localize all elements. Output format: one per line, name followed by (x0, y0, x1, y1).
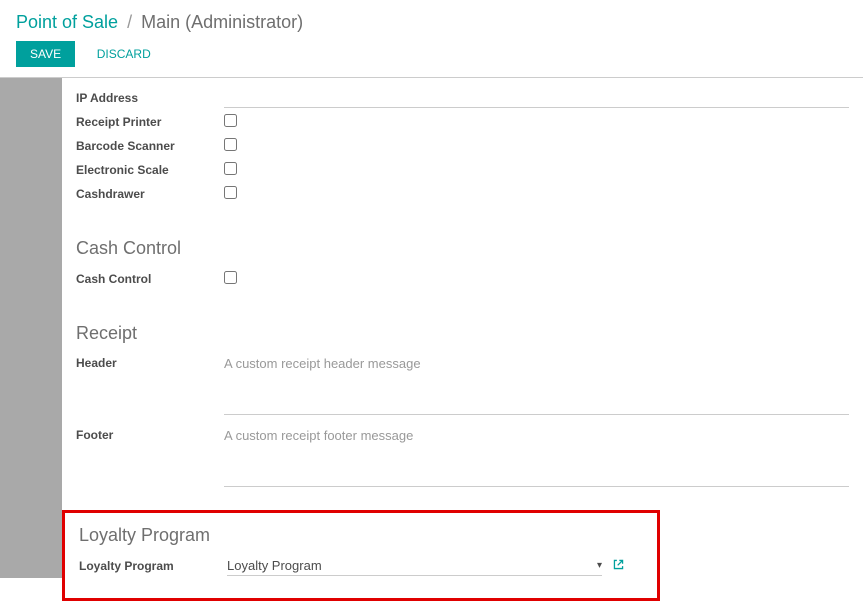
receipt-header-input[interactable] (224, 352, 849, 415)
ip-address-input[interactable] (224, 88, 849, 108)
breadcrumb: Point of Sale / Main (Administrator) (16, 12, 847, 33)
breadcrumb-root[interactable]: Point of Sale (16, 12, 118, 32)
receipt-header-label: Header (76, 352, 224, 374)
loyalty-program-value: Loyalty Program (227, 556, 597, 575)
cash-control-section-title: Cash Control (76, 238, 849, 259)
receipt-printer-label: Receipt Printer (76, 111, 224, 133)
loyalty-program-label: Loyalty Program (79, 555, 227, 577)
loyalty-section-title: Loyalty Program (79, 525, 643, 546)
cashdrawer-checkbox[interactable] (224, 186, 237, 199)
breadcrumb-separator: / (127, 12, 132, 32)
electronic-scale-checkbox[interactable] (224, 162, 237, 175)
save-button[interactable]: Save (16, 41, 75, 67)
cash-control-checkbox[interactable] (224, 271, 237, 284)
receipt-section-title: Receipt (76, 323, 849, 344)
cash-control-label: Cash Control (76, 268, 224, 290)
loyalty-highlight-box: Loyalty Program Loyalty Program Loyalty … (62, 510, 660, 601)
discard-button[interactable]: Discard (83, 41, 165, 67)
barcode-scanner-checkbox[interactable] (224, 138, 237, 151)
chevron-down-icon[interactable]: ▾ (597, 560, 602, 571)
barcode-scanner-label: Barcode Scanner (76, 135, 224, 157)
form-content: IP Address Receipt Printer Barcode Scann… (62, 78, 863, 609)
receipt-footer-input[interactable] (224, 424, 849, 487)
electronic-scale-label: Electronic Scale (76, 159, 224, 181)
action-bar: Save Discard (16, 41, 847, 67)
breadcrumb-current: Main (Administrator) (141, 12, 303, 32)
left-gutter (0, 78, 62, 578)
receipt-footer-label: Footer (76, 424, 224, 446)
ip-address-label: IP Address (76, 87, 224, 109)
cashdrawer-label: Cashdrawer (76, 183, 224, 205)
external-link-icon[interactable] (612, 558, 625, 574)
receipt-printer-checkbox[interactable] (224, 114, 237, 127)
loyalty-program-select[interactable]: Loyalty Program ▾ (227, 556, 602, 576)
